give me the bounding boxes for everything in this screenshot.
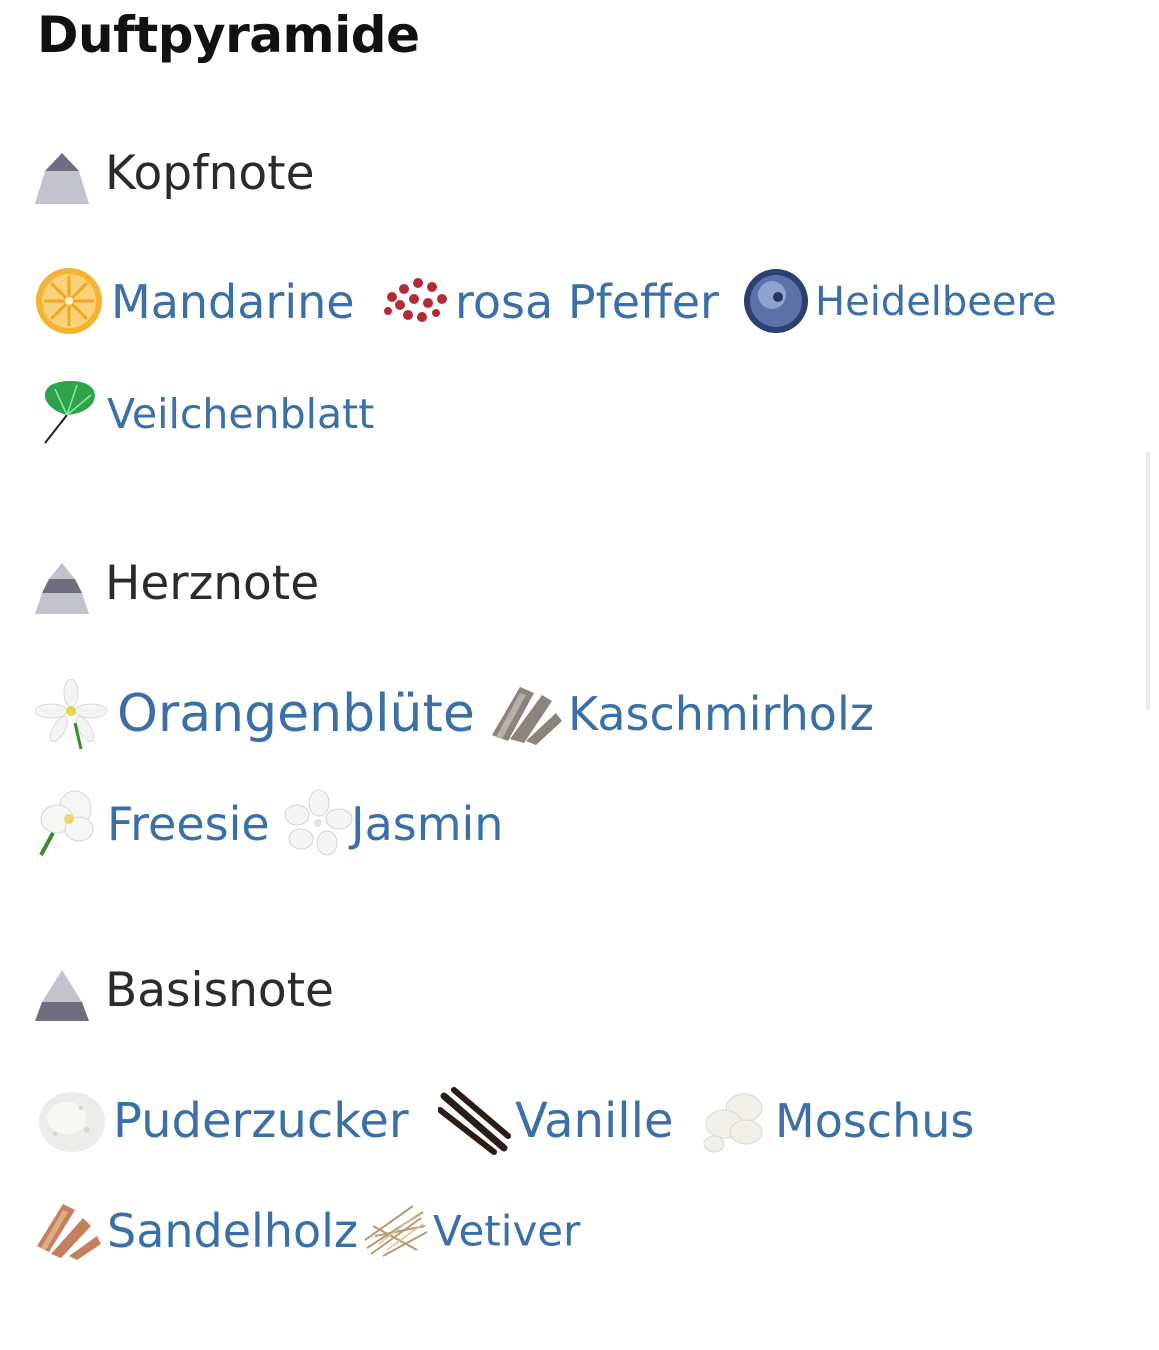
note-veilchenblatt[interactable]: Veilchenblatt <box>37 379 377 449</box>
note-jasmin[interactable]: Jasmin <box>283 789 503 859</box>
tier-label: Basisnote <box>105 963 334 1018</box>
note-vetiver[interactable]: Vetiver <box>363 1196 583 1266</box>
blueberry-icon <box>744 269 808 333</box>
tier-label: Kopfnote <box>105 146 315 201</box>
pyramid-middle-icon <box>35 563 89 614</box>
note-puderzucker[interactable]: Puderzucker <box>37 1086 427 1156</box>
vetiver-icon <box>364 1205 428 1257</box>
note-heidelbeere[interactable]: Heidelbeere <box>742 267 1062 337</box>
tier-label: Herznote <box>105 556 320 611</box>
freesia-icon <box>39 790 94 856</box>
note-moschus[interactable]: Moschus <box>700 1086 990 1156</box>
jasmine-icon <box>284 789 353 856</box>
tier-heading-top: Kopfnote <box>35 146 335 210</box>
note-kaschmirholz[interactable]: Kaschmirholz <box>490 679 890 749</box>
cashmere-wood-icon <box>492 687 562 745</box>
violet-leaf-icon <box>44 380 95 444</box>
note-vanille[interactable]: Vanille <box>438 1086 688 1156</box>
musk-icon <box>703 1093 763 1153</box>
note-sandelholz[interactable]: Sandelholz <box>35 1196 358 1266</box>
note-rosa-pfeffer[interactable]: rosa Pfeffer <box>380 267 720 337</box>
pyramid-top-icon <box>35 153 89 204</box>
orange-blossom-icon <box>35 679 108 750</box>
tier-heading-heart: Herznote <box>35 556 335 620</box>
pink-pepper-icon <box>384 278 447 322</box>
vanilla-icon <box>438 1087 511 1155</box>
tier-heading-base: Basisnote <box>35 963 355 1027</box>
mandarine-icon <box>36 268 102 334</box>
page-title: Duftpyramide <box>37 6 420 64</box>
pyramid-base-icon <box>35 970 89 1021</box>
note-mandarine[interactable]: Mandarine <box>35 267 355 337</box>
powdered-sugar-icon <box>39 1092 105 1152</box>
note-freesie[interactable]: Freesie <box>35 789 270 859</box>
note-orangenbluete[interactable]: Orangenblüte <box>35 679 475 750</box>
sandalwood-icon <box>37 1204 101 1260</box>
scrollbar[interactable] <box>1146 452 1150 710</box>
